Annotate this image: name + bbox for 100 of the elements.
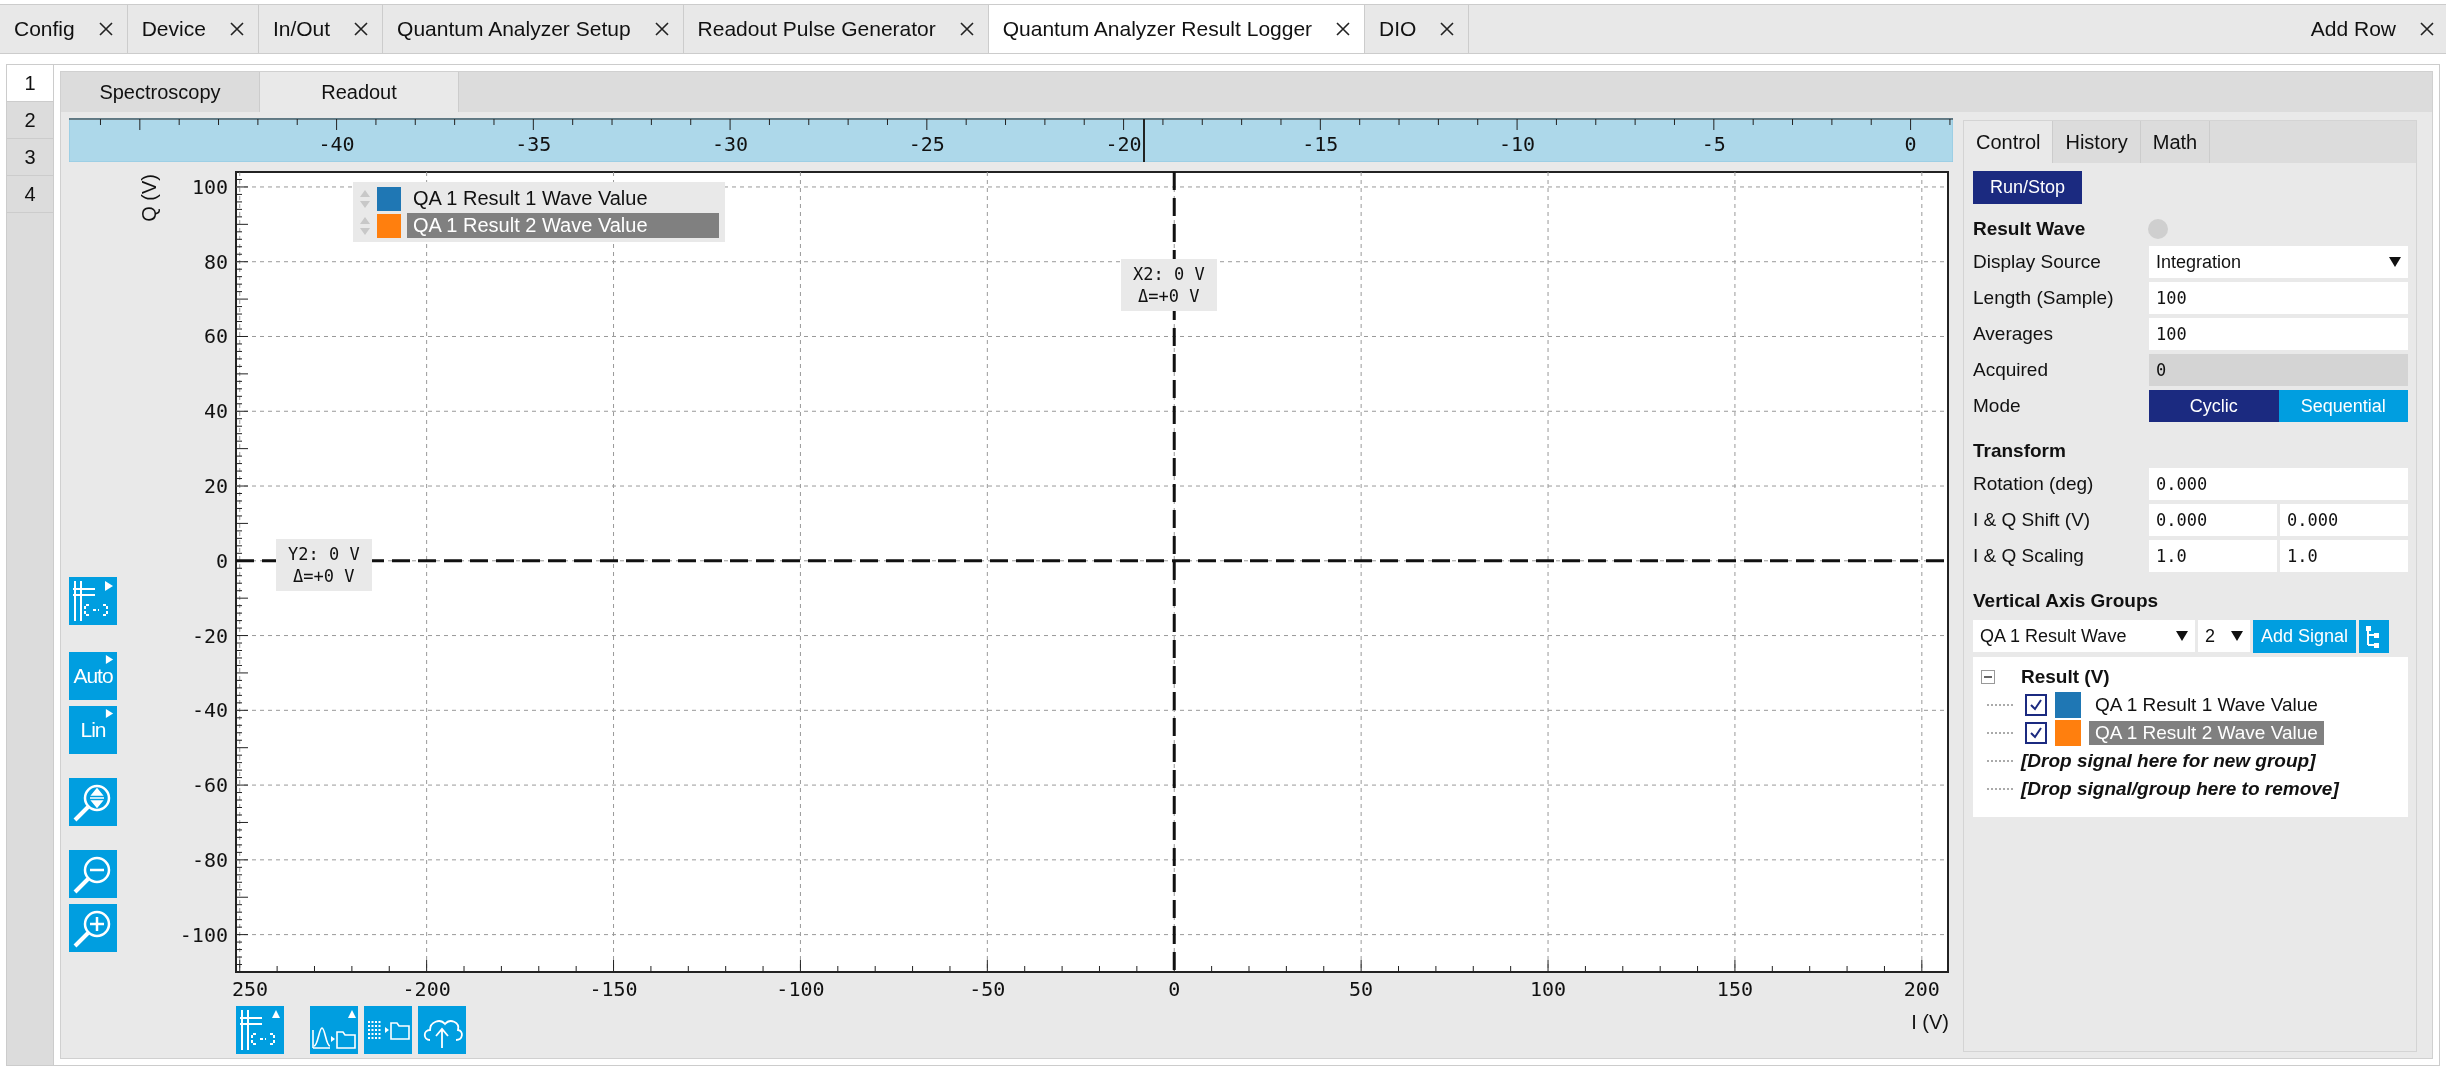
field-label: I & Q Shift (V) [1973,509,2092,531]
section-title: Vertical Axis Groups [1973,590,2159,612]
x-tick-label: 250 [232,977,269,1001]
cursor-delta: Δ=+0 V [1138,285,1200,307]
collapse-icon[interactable] [1981,670,1995,684]
cursor-delta: Δ=+0 V [293,565,355,587]
tab[interactable]: Quantum Analyzer Setup [383,5,684,53]
signal-dropdown[interactable]: QA 1 Result Wave [1973,620,2195,652]
tab[interactable]: Readout Pulse Generator [683,5,989,53]
mode-option[interactable]: Cyclic [2149,390,2279,422]
x-tick-label: -100 [776,977,825,1001]
x-tick-label: 50 [1349,977,1374,1001]
legend-label[interactable]: QA 1 Result 1 Wave Value [407,186,719,211]
tab[interactable]: Device [127,5,259,53]
field-label: Display Source [1973,251,2102,273]
run-stop-button[interactable]: Run/Stop [1973,171,2083,204]
ruler-tick-label: -5 [1701,132,1726,156]
readonly-field: 0 [2149,354,2408,386]
caret-icon [2176,631,2188,641]
row-tab[interactable]: 4 [7,176,53,213]
save-plot-button[interactable] [310,1006,358,1054]
x-tick-label: -50 [969,977,1006,1001]
y-tick-label: 0 [215,548,228,573]
checkbox[interactable] [2025,694,2047,716]
tab[interactable]: Config [0,5,128,53]
input-field[interactable]: 100 [2149,318,2408,350]
y-tick-label: 100 [191,174,228,199]
add-row-button[interactable]: Add Row [2310,17,2396,41]
input-field[interactable]: 1.0 [2149,540,2277,572]
close-icon[interactable] [654,22,669,36]
sub-tab[interactable]: Readout [260,72,459,112]
input-field[interactable]: 0.000 [2149,504,2277,536]
x-tick-label: 0 [1168,977,1181,1001]
x-tick-label: -200 [402,977,451,1001]
checkbox[interactable] [2025,722,2047,744]
close-icon[interactable] [1336,22,1351,36]
close-icon[interactable] [229,22,244,36]
input-field[interactable]: 100 [2149,282,2408,314]
save-table-button[interactable] [364,1006,412,1054]
ruler-tick-label: -20 [1105,132,1142,156]
zoom-out-button[interactable] [69,850,117,898]
x-ruler[interactable]: -40 -35 -30 -25 -20 -15 -10 -5 0 [69,118,1953,162]
menu-arrow-icon [105,655,114,664]
y-tick-label: 60 [203,324,228,349]
zoom-fit-button[interactable] [69,778,117,826]
cursor-button[interactable] [236,1006,284,1054]
panel-tab[interactable]: Math [2140,121,2211,163]
signal-label[interactable]: QA 1 Result 2 Wave Value [2089,721,2324,745]
y-axis-title: Q (V) [138,174,160,222]
input-field[interactable]: 0.000 [2280,504,2408,536]
cursor-button[interactable] [69,577,117,625]
input-field[interactable]: 1.0 [2280,540,2408,572]
row-tab[interactable]: 2 [7,102,53,139]
close-icon[interactable] [354,22,369,36]
tree-view-button[interactable] [2359,620,2390,653]
row-tab[interactable]: 3 [7,139,53,176]
dropdown[interactable]: Integration [2149,246,2408,278]
tab[interactable]: In/Out [258,5,384,53]
caret-icon [2389,257,2401,267]
close-icon[interactable] [98,22,113,36]
panel-tab[interactable]: History [2053,121,2141,163]
y-tick-label: -40 [191,698,228,723]
field-label: Averages [1973,323,2054,345]
cursor-value: X2: 0 V [1133,263,1205,285]
table-to-folder-icon [365,1019,411,1041]
y-tick-label: 20 [203,474,228,498]
ruler-tick-label: -35 [515,132,552,156]
row-tab[interactable]: 1 [7,65,53,102]
y-tick-label: 40 [203,399,228,424]
legend-label[interactable]: QA 1 Result 2 Wave Value [407,213,719,238]
tab[interactable]: Quantum Analyzer Result Logger [988,5,1366,53]
field-label: Length (Sample) [1973,287,2115,309]
ruler-tick-label: -10 [1499,132,1536,156]
signal-label[interactable]: QA 1 Result 1 Wave Value [2089,693,2324,717]
x-tick-label: 100 [1529,977,1567,1001]
count-dropdown[interactable]: 2 [2198,620,2250,652]
upload-button[interactable] [418,1006,466,1054]
tab[interactable]: DIO [1365,5,1470,53]
panel-tab[interactable]: Control [1964,121,2054,163]
y-tick-label: -60 [191,773,228,798]
field-label: Rotation (deg) [1973,473,2095,495]
ruler-tick-label: -25 [908,132,945,156]
close-icon[interactable] [959,22,974,36]
menu-arrow-icon [105,709,114,718]
x-tick-label: 150 [1716,977,1753,1001]
zoom-in-button[interactable] [69,904,117,952]
field-label: I & Q Scaling [1973,545,2085,567]
ruler-tick-label: -40 [318,132,355,156]
y-tick-label: -100 [179,922,228,947]
group-label[interactable]: Result (V) [2021,666,2110,688]
close-icon[interactable] [1440,22,1455,36]
drop-hint: [Drop signal here for new group] [2021,750,2316,772]
y-tick-label: 80 [203,249,228,274]
status-led [2148,219,2168,239]
input-field[interactable]: 0.000 [2149,468,2408,500]
x-tick-label: -150 [589,977,638,1001]
close-icon[interactable] [2420,22,2434,36]
y-tick-label: -20 [191,623,228,648]
y-tick-label: -80 [191,847,228,872]
section-title: Transform [1973,440,2067,462]
